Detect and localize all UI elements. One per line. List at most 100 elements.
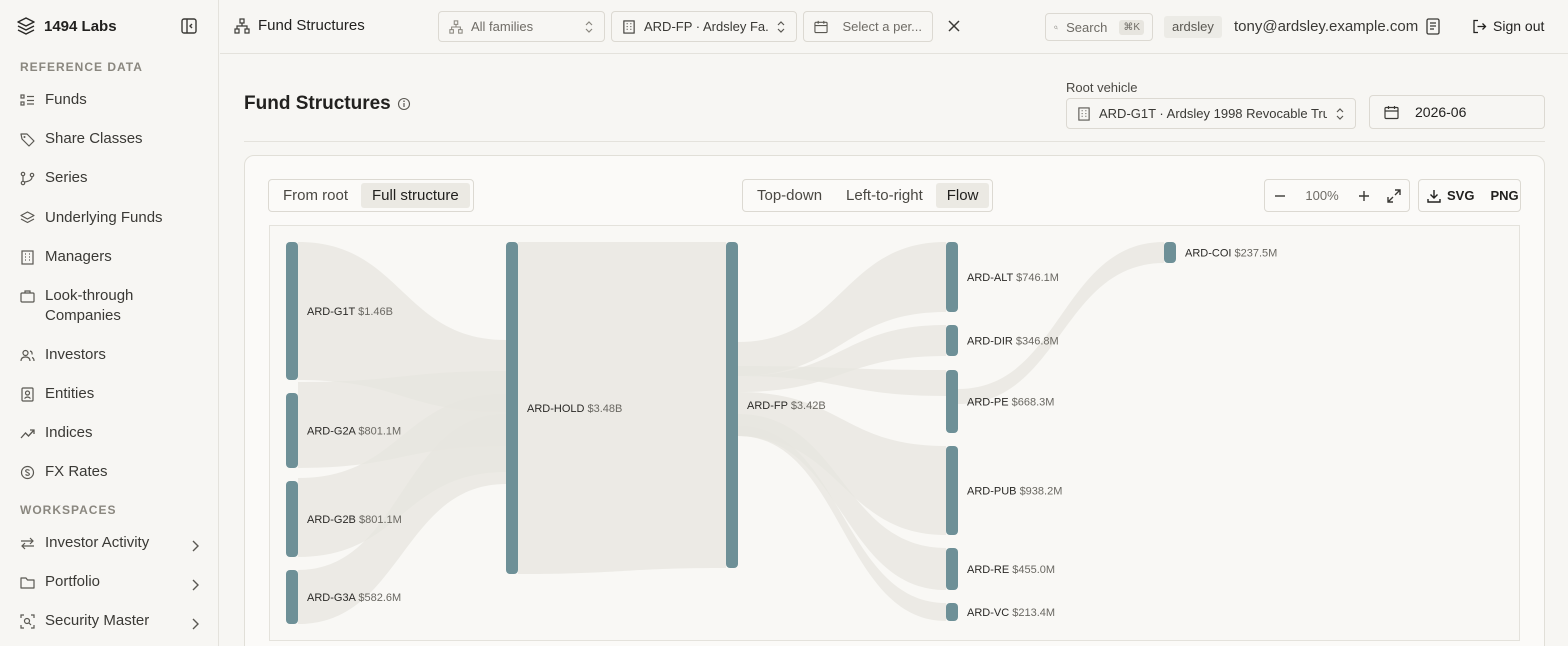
tab-flow[interactable]: Flow xyxy=(935,183,990,208)
sankey-node-ard-coi[interactable] xyxy=(1164,242,1176,263)
zoom-out-button[interactable] xyxy=(1265,180,1295,211)
export-png-button[interactable]: PNG xyxy=(1490,188,1518,203)
sankey-node-ard-pe[interactable] xyxy=(946,370,958,433)
sidebar-item-label: Indices xyxy=(45,424,93,441)
sidebar-item-label: Series xyxy=(45,169,88,186)
chevrons-up-down-icon xyxy=(585,20,593,33)
sankey-node-label: ARD-G1T $1.46B xyxy=(307,306,393,318)
topbar: Fund Structures All families ARD-FP · Ar… xyxy=(220,0,1568,54)
chevrons-up-down-icon xyxy=(1336,107,1344,120)
sankey-node-ard-g2a[interactable] xyxy=(286,393,298,468)
currency-icon xyxy=(20,465,35,480)
tab-top-down[interactable]: Top-down xyxy=(746,183,833,208)
building-icon xyxy=(1078,106,1090,121)
zoom-in-button[interactable] xyxy=(1349,180,1379,211)
sankey-node-ard-g3a[interactable] xyxy=(286,570,298,624)
sankey-node-id: ARD-FP xyxy=(747,400,791,412)
sidebar-item-label: Security Master xyxy=(45,612,150,629)
sidebar-item-indices[interactable]: Indices xyxy=(12,423,208,443)
sankey-diagram[interactable]: ARD-G1T $1.46BARD-G2A $801.1MARD-G2B $80… xyxy=(270,226,1520,641)
tag-icon xyxy=(20,133,35,147)
scope-toggle: From root Full structure xyxy=(268,179,474,212)
sankey-node-label: ARD-DIR $346.8M xyxy=(967,336,1059,348)
sidebar-item-managers[interactable]: Managers xyxy=(12,247,208,267)
zoom-level: 100% xyxy=(1305,188,1339,203)
sidebar-item-entities[interactable]: Entities xyxy=(12,384,208,404)
building-icon xyxy=(21,250,34,265)
sankey-node-ard-pub[interactable] xyxy=(946,446,958,535)
fullscreen-button[interactable] xyxy=(1379,180,1409,211)
clear-filters-close-icon[interactable] xyxy=(947,19,961,33)
sankey-node-id: ARD-G2A xyxy=(307,426,358,438)
folder-icon xyxy=(20,577,35,589)
sidebar: 1494 Labs REFERENCE DATA Funds Share Cla… xyxy=(0,0,219,646)
export-svg-button[interactable]: SVG xyxy=(1427,188,1474,203)
sankey-node-value: $213.4M xyxy=(1012,607,1055,619)
tab-left-to-right[interactable]: Left-to-right xyxy=(835,183,934,208)
tenant-badge: ardsley xyxy=(1164,16,1222,38)
sankey-node-label: ARD-COI $237.5M xyxy=(1185,248,1277,260)
fund-select[interactable]: ARD-FP · Ardsley Fa... xyxy=(611,11,797,42)
sankey-node-label: ARD-HOLD $3.48B xyxy=(527,403,622,415)
hierarchy-icon xyxy=(234,17,250,34)
sankey-node-label: ARD-G2A $801.1M xyxy=(307,426,401,438)
sankey-link-ard-fp-to-ard-pub[interactable] xyxy=(738,392,946,535)
sankey-node-ard-dir[interactable] xyxy=(946,325,958,356)
sidebar-item-look-through-companies[interactable]: Look-through Companies xyxy=(12,286,208,326)
sankey-node-ard-re[interactable] xyxy=(946,548,958,590)
sidebar-item-underlying-funds[interactable]: Underlying Funds xyxy=(12,208,208,228)
sankey-node-id: ARD-G1T xyxy=(307,306,358,318)
sankey-node-value: $801.1M xyxy=(359,514,402,526)
sidebar-item-security-master[interactable]: Security Master xyxy=(12,611,208,631)
root-vehicle-label: Root vehicle xyxy=(1066,80,1138,95)
sankey-node-label: ARD-FP $3.42B xyxy=(747,400,826,412)
info-icon[interactable] xyxy=(397,97,411,111)
sidebar-item-fx-rates[interactable]: FX Rates xyxy=(12,462,208,482)
sankey-node-id: ARD-COI xyxy=(1185,248,1235,260)
tab-from-root[interactable]: From root xyxy=(272,183,359,208)
sankey-node-label: ARD-VC $213.4M xyxy=(967,607,1055,619)
user-email: tony@ardsley.example.com xyxy=(1234,18,1419,35)
sankey-node-ard-fp[interactable] xyxy=(726,242,738,568)
export-controls: SVG PNG xyxy=(1418,179,1521,212)
sidebar-item-portfolio[interactable]: Portfolio xyxy=(12,572,208,592)
document-icon[interactable] xyxy=(1425,18,1441,35)
family-select[interactable]: All families xyxy=(438,11,605,42)
sidebar-item-label: Look-through Companies xyxy=(45,287,134,324)
period-select[interactable]: Select a per... xyxy=(803,11,933,42)
sidebar-collapse-icon[interactable] xyxy=(180,17,198,35)
sankey-node-label: ARD-PUB $938.2M xyxy=(967,486,1062,498)
sankey-node-ard-vc[interactable] xyxy=(946,603,958,621)
sankey-node-ard-hold[interactable] xyxy=(506,242,518,574)
root-vehicle-select[interactable]: ARD-G1T · Ardsley 1998 Revocable Trust xyxy=(1066,98,1356,129)
sankey-link-ard-pe-to-ard-coi[interactable] xyxy=(958,242,1164,404)
id-card-icon xyxy=(21,387,34,402)
log-out-icon xyxy=(1473,19,1487,33)
sankey-node-ard-g1t[interactable] xyxy=(286,242,298,380)
sidebar-item-investor-activity[interactable]: Investor Activity xyxy=(12,533,208,553)
sankey-node-value: $237.5M xyxy=(1235,248,1278,260)
tab-full-structure[interactable]: Full structure xyxy=(361,183,470,208)
list-icon xyxy=(20,94,34,106)
as-of-period-value: 2026-06 xyxy=(1415,104,1467,120)
sankey-node-id: ARD-ALT xyxy=(967,272,1016,284)
flow-canvas[interactable]: ARD-G1T $1.46B ARD-G2A $801.1M ARD-G2B $80… xyxy=(269,225,1520,641)
sankey-node-value: $582.6M xyxy=(358,592,401,604)
sidebar-item-funds[interactable]: Funds xyxy=(12,90,208,110)
search-button[interactable]: Search ⌘K xyxy=(1045,13,1153,41)
header-divider xyxy=(244,141,1545,142)
sidebar-item-series[interactable]: Series xyxy=(12,168,208,188)
sidebar-item-investors[interactable]: Investors xyxy=(12,345,208,365)
sidebar-item-share-classes[interactable]: Share Classes xyxy=(12,129,208,149)
briefcase-icon xyxy=(20,290,35,303)
search-label: Search xyxy=(1066,19,1108,35)
sankey-node-ard-g2b[interactable] xyxy=(286,481,298,557)
sankey-node-ard-alt[interactable] xyxy=(946,242,958,312)
sidebar-item-label: Entities xyxy=(45,385,95,402)
brand[interactable]: 1494 Labs xyxy=(16,14,117,38)
export-png-label: PNG xyxy=(1490,188,1519,203)
users-icon xyxy=(20,349,35,362)
as-of-period-picker[interactable]: 2026-06 xyxy=(1369,95,1545,129)
family-select-value: All families xyxy=(471,19,534,34)
sign-out-button[interactable]: Sign out xyxy=(1472,18,1544,34)
